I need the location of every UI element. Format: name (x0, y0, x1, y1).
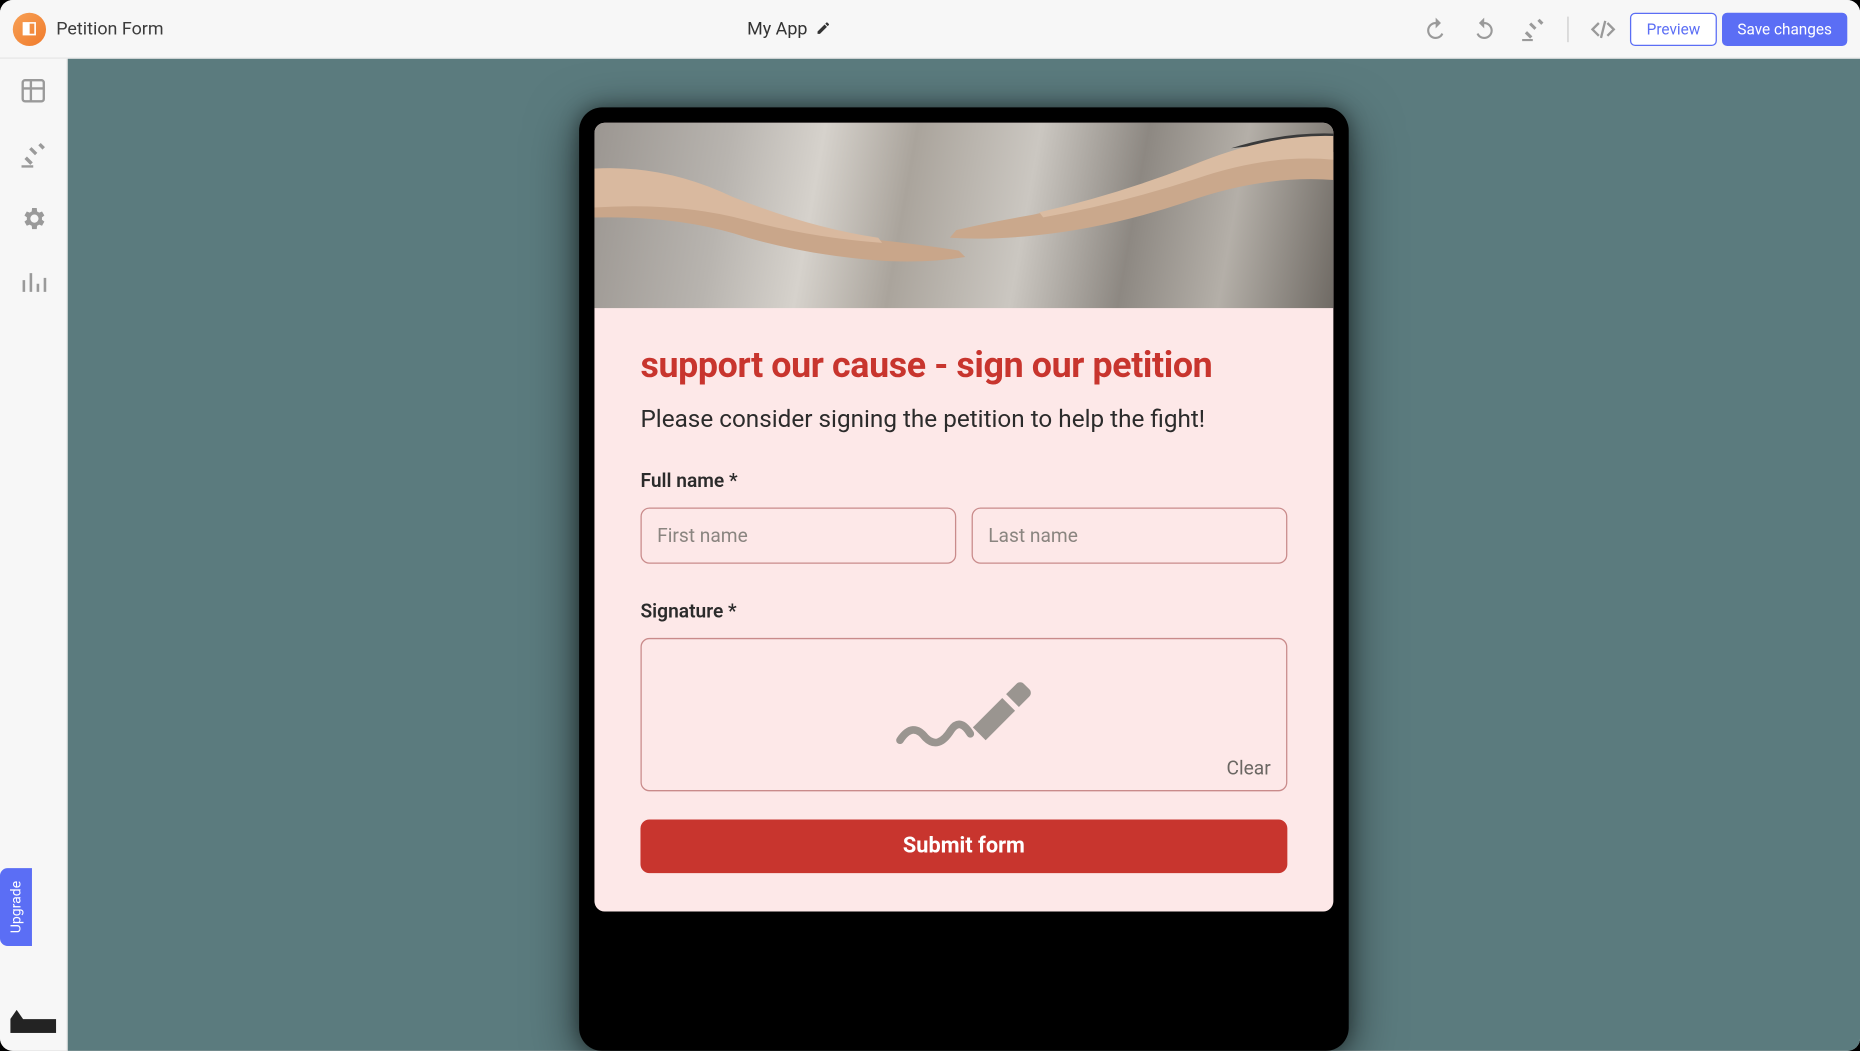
save-button[interactable]: Save changes (1722, 12, 1847, 45)
form-card: support our cause - sign our petition Pl… (579, 107, 1349, 1050)
gavel-button[interactable] (1511, 10, 1554, 48)
first-name-input[interactable] (640, 508, 956, 564)
edit-name-icon[interactable] (815, 17, 830, 41)
hero-image (594, 123, 1333, 308)
upgrade-button[interactable]: Upgrade (0, 868, 32, 946)
app-logo[interactable]: ◧ (13, 12, 46, 45)
clear-signature-button[interactable]: Clear (1226, 757, 1270, 780)
signature-label: Signature * (640, 600, 1287, 623)
page-title: Petition Form (56, 19, 163, 39)
undo-button[interactable] (1414, 10, 1457, 48)
signature-icon (894, 676, 1035, 753)
gavel-icon[interactable] (19, 141, 47, 169)
canvas[interactable]: support our cause - sign our petition Pl… (68, 59, 1860, 1051)
code-button[interactable] (1581, 10, 1624, 48)
gear-icon[interactable] (19, 205, 47, 233)
preview-button[interactable]: Preview (1630, 12, 1717, 45)
grid-icon[interactable] (19, 77, 47, 105)
chart-icon[interactable] (19, 268, 47, 296)
topbar: ◧ Petition Form My App Preview Save chan… (0, 0, 1860, 59)
fullname-label: Full name * (640, 469, 1287, 492)
app-name[interactable]: My App (747, 19, 807, 39)
redo-button[interactable] (1463, 10, 1506, 48)
last-name-input[interactable] (972, 508, 1288, 564)
signature-pad[interactable]: Clear (640, 638, 1287, 791)
cat-icon[interactable] (10, 1010, 56, 1033)
submit-button[interactable]: Submit form (640, 819, 1287, 873)
divider (1567, 16, 1568, 42)
form-heading: support our cause - sign our petition (640, 344, 1287, 386)
form-subheading: Please consider signing the petition to … (640, 404, 1287, 433)
sidebar: Upgrade (0, 59, 68, 1051)
